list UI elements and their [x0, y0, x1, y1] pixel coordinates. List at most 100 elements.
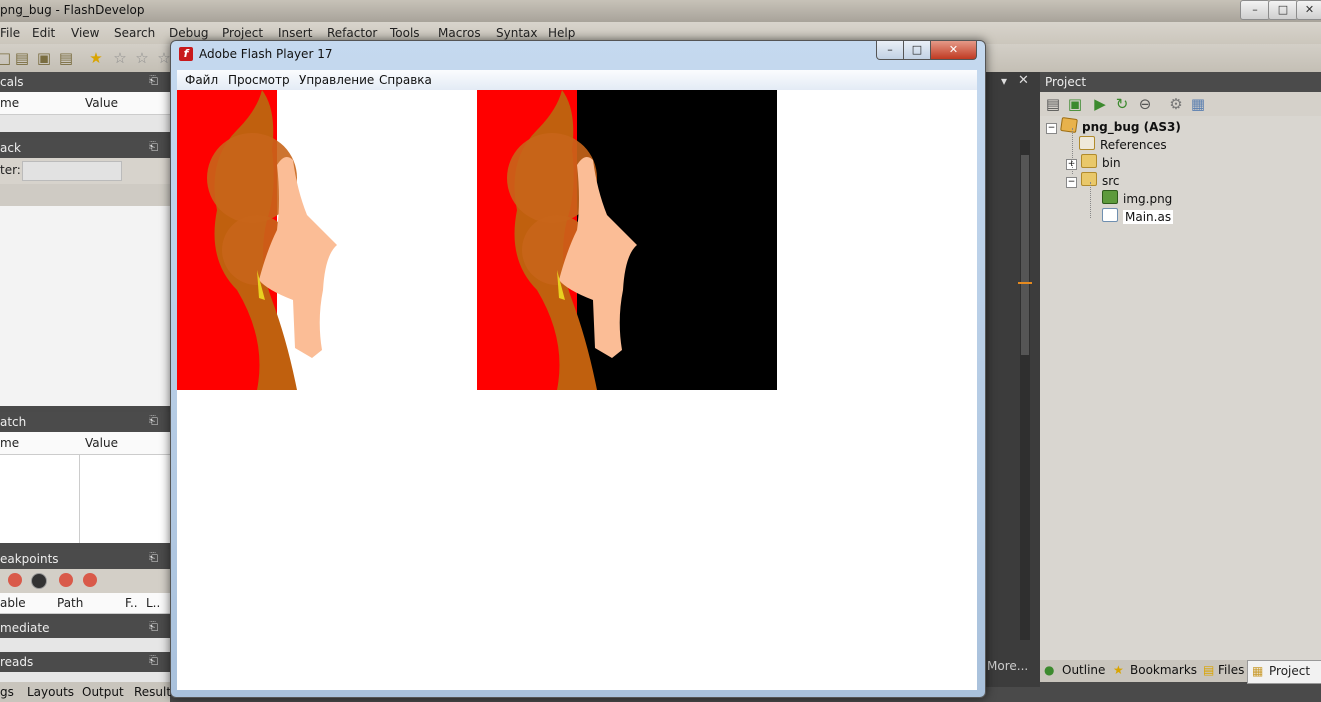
refresh-icon[interactable]: ↻ — [1114, 96, 1130, 112]
watch-panel-title: atch — [0, 415, 27, 429]
project-panel-header: Project — [1040, 72, 1321, 92]
pin-icon[interactable]: ⎗ — [149, 654, 158, 668]
menu-syntax[interactable]: Syntax — [496, 26, 537, 40]
image-file-icon — [1102, 190, 1118, 204]
locals-column-header: me Value — [0, 92, 170, 115]
pin-icon[interactable]: ⎗ — [149, 551, 158, 565]
bp-col-file[interactable]: F.. — [125, 596, 138, 610]
flash-menubar: Файл Просмотр Управление Справка — [177, 70, 977, 91]
stack-body — [0, 206, 170, 406]
menu-project[interactable]: Project — [222, 26, 263, 40]
tab-logs[interactable]: gs — [0, 685, 14, 699]
editor-scroll-thumb[interactable] — [1021, 155, 1029, 355]
disable-breakpoint-icon[interactable] — [31, 573, 47, 589]
flash-menu-help[interactable]: Справка — [379, 73, 432, 87]
ide-maximize-button[interactable]: □ — [1268, 0, 1298, 20]
close-document-icon[interactable]: ✕ — [1018, 73, 1029, 88]
save-all-icon[interactable]: ▤ — [58, 50, 74, 66]
new-file-icon[interactable]: □ — [0, 50, 12, 66]
flash-stage[interactable] — [177, 90, 977, 690]
project-toolbar: ▤ ▣ ▶ ↻ ⊖ ⚙ ▦ — [1040, 92, 1321, 116]
locals-col-name[interactable]: me — [0, 96, 19, 110]
tree-item-bin[interactable]: + bin — [1066, 154, 1121, 172]
flash-menu-control[interactable]: Управление — [299, 73, 374, 87]
ide-close-button[interactable]: ✕ — [1296, 0, 1321, 20]
menu-view[interactable]: View — [71, 26, 99, 40]
tree-item-src[interactable]: − src — [1066, 172, 1120, 190]
watch-col-value[interactable]: Value — [85, 436, 118, 450]
build-icon[interactable]: ⚙ — [1168, 96, 1184, 112]
flash-maximize-button[interactable]: □ — [903, 41, 931, 60]
open-file-icon[interactable]: ▤ — [14, 50, 30, 66]
outline-icon: ● — [1044, 663, 1055, 677]
stack-filter-label: ter: — [0, 163, 21, 177]
project-tree: − png_bug (AS3) References + bin − src img.… — [1040, 116, 1321, 660]
editor-area[interactable]: ▾ ✕ — [985, 72, 1040, 687]
bookmark-next-icon[interactable]: ☆ — [134, 50, 150, 66]
test-movie-icon[interactable]: ▶ — [1092, 96, 1108, 112]
bp-col-path[interactable]: Path — [57, 596, 83, 610]
menu-insert[interactable]: Insert — [278, 26, 312, 40]
save-icon[interactable]: ▣ — [36, 50, 52, 66]
menu-file[interactable]: File — [0, 26, 20, 40]
document-list-icon[interactable]: ▾ — [1001, 74, 1007, 88]
bp-col-line[interactable]: L.. — [146, 596, 160, 610]
tree-label: Main.as — [1123, 210, 1174, 224]
pin-icon[interactable]: ⎗ — [149, 74, 158, 88]
flash-titlebar[interactable]: f Adobe Flash Player 17 – □ ✕ — [171, 41, 985, 69]
remove-breakpoint-icon[interactable] — [8, 573, 22, 587]
collapse-icon[interactable]: − — [1046, 123, 1057, 134]
tree-item-img-png[interactable]: img.png — [1102, 190, 1172, 208]
project-panel-title: Project — [1045, 75, 1087, 89]
add-file-icon[interactable]: ▣ — [1067, 96, 1083, 112]
menu-debug[interactable]: Debug — [169, 26, 208, 40]
breakpoints-panel-title: eakpoints — [0, 552, 59, 566]
stack-filter-input[interactable] — [22, 161, 122, 181]
pin-icon[interactable]: ⎗ — [149, 620, 158, 634]
collapse-icon[interactable]: − — [1066, 177, 1077, 188]
watch-panel-header: atch ⎗ — [0, 412, 170, 432]
tree-item-main-as[interactable]: Main.as — [1102, 208, 1174, 226]
bp-col-enable[interactable]: able — [0, 596, 26, 610]
pin-icon[interactable]: ⎗ — [149, 140, 158, 154]
flash-close-button[interactable]: ✕ — [930, 41, 977, 60]
locals-col-value[interactable]: Value — [85, 96, 118, 110]
tab-output[interactable]: Output — [82, 685, 124, 699]
tab-bookmarks[interactable]: Bookmarks — [1130, 663, 1197, 677]
project-tab-icon: ▦ — [1252, 664, 1264, 678]
menu-search[interactable]: Search — [114, 26, 155, 40]
flash-minimize-button[interactable]: – — [876, 41, 904, 60]
flash-menu-file[interactable]: Файл — [185, 73, 218, 87]
pin-icon[interactable]: ⎗ — [149, 414, 158, 428]
watch-column-divider — [79, 455, 80, 543]
tab-outline[interactable]: Outline — [1062, 663, 1105, 677]
copy-icon[interactable]: ▤ — [1045, 96, 1061, 112]
tree-label: src — [1102, 174, 1120, 188]
stack-header-row — [0, 184, 170, 206]
flash-menu-view[interactable]: Просмотр — [228, 73, 290, 87]
bookmark-prev-icon[interactable]: ☆ — [112, 50, 128, 66]
watch-col-name[interactable]: me — [0, 436, 19, 450]
properties-icon[interactable]: ▦ — [1190, 96, 1206, 112]
menu-help[interactable]: Help — [548, 26, 575, 40]
import-breakpoints-icon[interactable] — [83, 573, 97, 587]
remove-icon[interactable]: ⊖ — [1137, 96, 1153, 112]
menu-refactor[interactable]: Refactor — [327, 26, 377, 40]
menu-macros[interactable]: Macros — [438, 26, 481, 40]
tree-item-project[interactable]: − png_bug (AS3) — [1046, 116, 1181, 136]
tab-layouts[interactable]: Layouts — [27, 685, 74, 699]
locals-body — [0, 115, 170, 132]
tab-files[interactable]: Files — [1218, 663, 1244, 677]
ide-minimize-button[interactable]: – — [1240, 0, 1270, 20]
export-breakpoints-icon[interactable] — [59, 573, 73, 587]
tree-label: References — [1100, 138, 1167, 152]
tab-project-active[interactable]: ▦ Project — [1247, 660, 1321, 684]
more-tabs-button[interactable]: More... — [987, 659, 1028, 673]
more-tabs: More... — [985, 656, 1040, 680]
bookmark-toggle-icon[interactable]: ★ — [88, 50, 104, 66]
menu-tools[interactable]: Tools — [390, 26, 420, 40]
ide-title: png_bug - FlashDevelop — [0, 3, 145, 17]
menu-edit[interactable]: Edit — [32, 26, 55, 40]
tree-item-references[interactable]: References — [1079, 136, 1167, 154]
folder-open-icon — [1081, 172, 1097, 186]
